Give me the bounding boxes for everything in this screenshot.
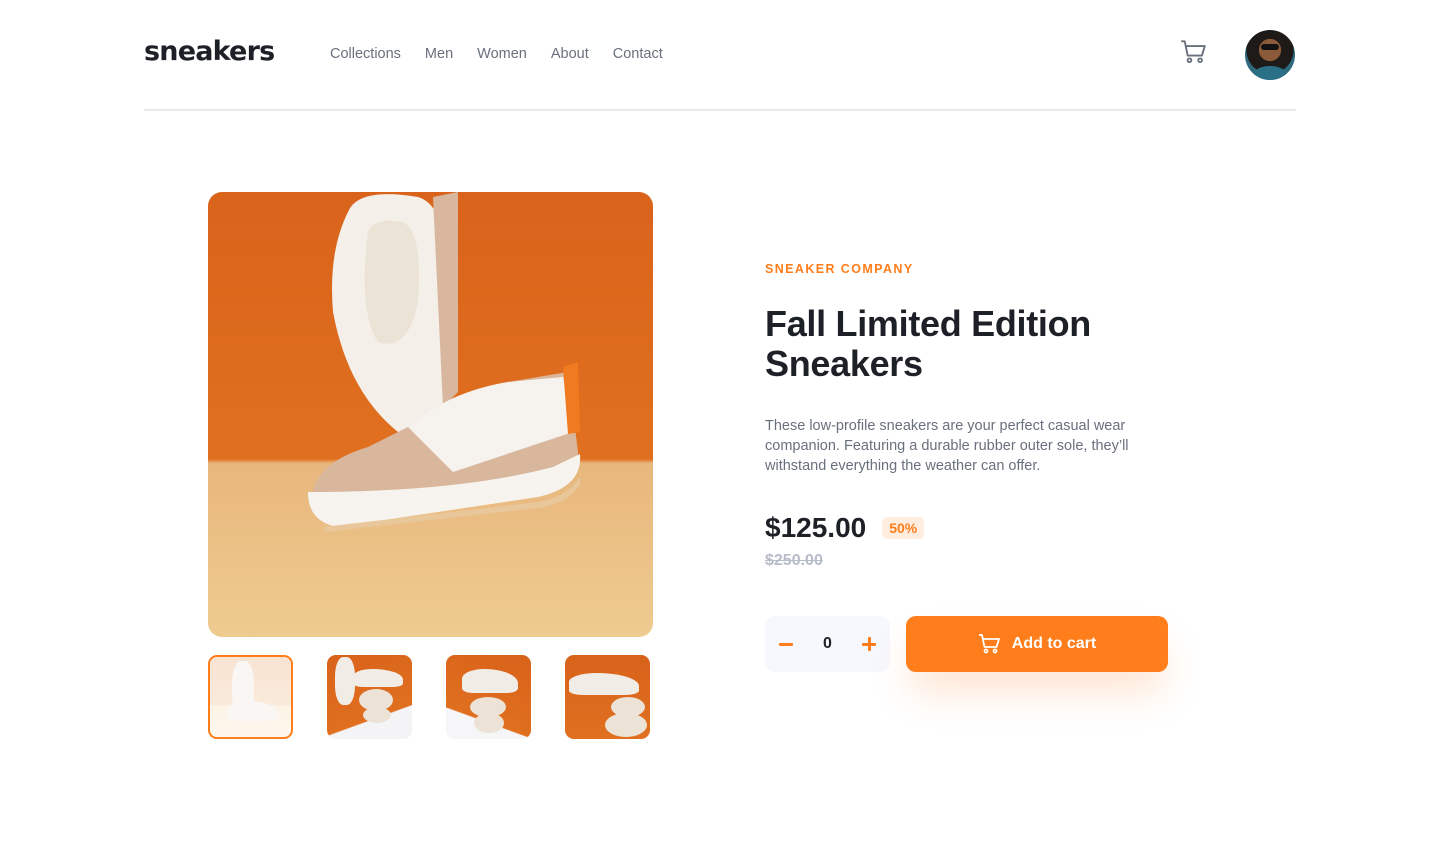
cart-icon xyxy=(978,634,1000,654)
plus-icon[interactable] xyxy=(862,637,876,651)
thumbnail-list xyxy=(208,655,650,739)
thumb-stone xyxy=(605,713,647,737)
user-avatar[interactable] xyxy=(1245,30,1295,80)
logo[interactable]: sneakers xyxy=(144,36,275,67)
sneaker-illustration xyxy=(308,192,581,532)
product-main-image[interactable] xyxy=(208,192,653,637)
main-nav: Collections Men Women About Contact xyxy=(330,46,663,62)
product-title: Fall Limited Edition Sneakers xyxy=(765,303,1091,384)
brand-label: SNEAKER COMPANY xyxy=(765,262,914,276)
minus-icon[interactable] xyxy=(779,637,793,651)
thumb-shoe xyxy=(335,657,355,705)
thumbnail-4[interactable] xyxy=(565,655,650,739)
thumbnail-3[interactable] xyxy=(446,655,531,739)
quantity-value: 0 xyxy=(823,635,832,652)
nav-contact[interactable]: Contact xyxy=(613,46,663,62)
nav-collections[interactable]: Collections xyxy=(330,46,401,62)
avatar-glasses xyxy=(1261,44,1279,50)
product-description: These low-profile sneakers are your perf… xyxy=(765,418,1129,474)
thumb-stone xyxy=(363,707,391,723)
thumb-stone xyxy=(474,713,504,733)
nav-men[interactable]: Men xyxy=(425,46,453,62)
avatar-shirt xyxy=(1253,66,1287,80)
nav-women[interactable]: Women xyxy=(477,46,527,62)
site-header: sneakers Collections Men Women About Con… xyxy=(144,0,1296,111)
nav-about[interactable]: About xyxy=(551,46,589,62)
original-price: $250.00 xyxy=(765,552,823,569)
cart-icon[interactable] xyxy=(1180,40,1206,64)
product-info: SNEAKER COMPANY Fall Limited Edition Sne… xyxy=(765,262,1175,569)
thumb-shoe xyxy=(228,701,278,721)
thumb-shoe xyxy=(232,661,254,717)
thumbnail-2[interactable] xyxy=(327,655,412,739)
thumbnail-1[interactable] xyxy=(208,655,293,739)
thumb-shoe xyxy=(462,669,518,693)
thumb-shoe xyxy=(353,669,403,687)
thumb-shoe xyxy=(569,673,639,695)
price-row: $125.00 50% xyxy=(765,512,925,544)
add-to-cart-label: Add to cart xyxy=(1011,635,1097,652)
discount-badge: 50% xyxy=(882,517,925,539)
add-to-cart-button[interactable]: Add to cart xyxy=(906,616,1168,672)
quantity-stepper: 0 xyxy=(765,616,890,672)
current-price: $125.00 xyxy=(765,512,867,543)
